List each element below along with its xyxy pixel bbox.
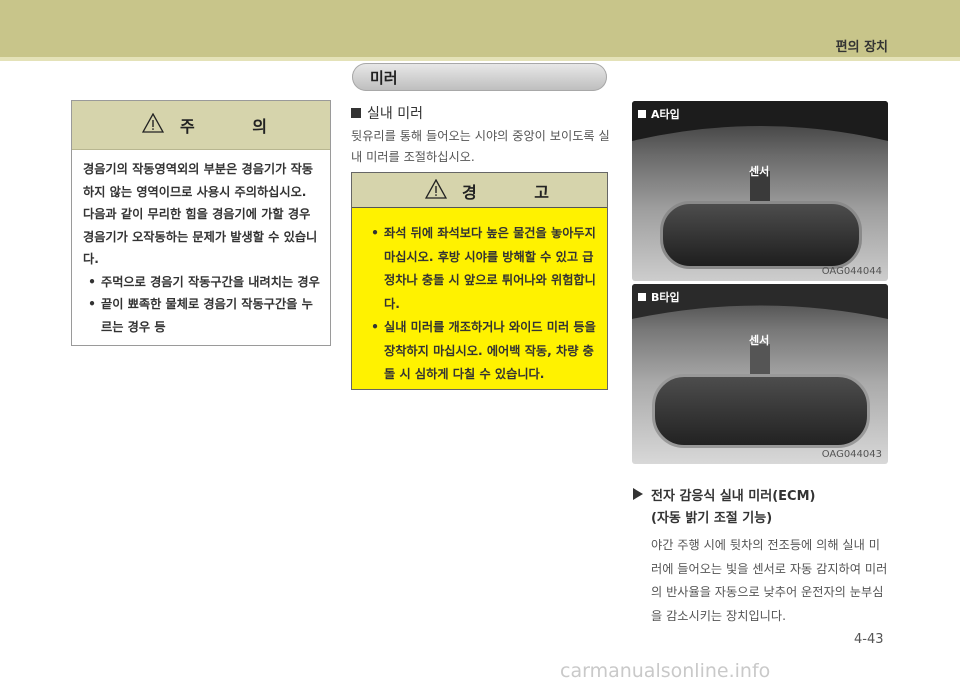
indoor-mirror-description: 뒷유리를 통해 들어오는 시야의 중앙이 보이도록 실내 미러를 조절하십시오. bbox=[351, 129, 610, 164]
ecm-heading: 전자 감응식 실내 미러(ECM) (자동 밝기 조절 기능) bbox=[633, 486, 815, 530]
caution-paragraph: 다음과 같이 무리한 힘을 경음기에 가할 경우 경음기가 오작동하는 문제가 … bbox=[83, 207, 318, 266]
ecm-heading-line2: (자동 밝기 조절 기능) bbox=[651, 511, 773, 526]
warning-body: • 좌석 뒤에 좌석보다 높은 물건을 놓아두지 마십시오. 후방 시야를 방해… bbox=[352, 208, 607, 387]
photo-tag-text: B타입 bbox=[651, 291, 680, 304]
bullet-dot-icon: • bbox=[371, 226, 379, 240]
rearview-mirror bbox=[660, 201, 862, 269]
bullet-dot-icon: • bbox=[88, 274, 96, 289]
indoor-mirror-heading: 실내 미러 bbox=[351, 103, 423, 123]
photo-code: OAG044044 bbox=[821, 266, 882, 277]
caution-bullet: • 끝이 뾰족한 물체로 경음기 작동구간을 누르는 경우 등 bbox=[83, 293, 320, 338]
warning-title: 경 고 bbox=[462, 183, 576, 202]
indoor-mirror-heading-text: 실내 미러 bbox=[367, 106, 423, 122]
caution-body: 경음기의 작동영역외의 부분은 경음기가 작동하지 않는 영역이므로 사용시 주… bbox=[72, 150, 330, 338]
header-divider bbox=[0, 57, 960, 61]
caution-bullet-text: 주먹으로 경음기 작동구간을 내려치는 경우 bbox=[101, 274, 320, 289]
sensor-label: 센서 bbox=[749, 334, 770, 347]
warning-bullet-text: 실내 미러를 개조하거나 와이드 미러 등을 장착하지 마십시오. 에어백 작동… bbox=[384, 320, 596, 381]
photo-code: OAG044043 bbox=[821, 449, 882, 460]
mirror-photo-a: A타입 센서 OAG044044 bbox=[632, 101, 888, 281]
section-pill-label: 미러 bbox=[370, 69, 398, 87]
section-pill: 미러 bbox=[352, 63, 607, 91]
warning-triangle-icon bbox=[142, 113, 164, 133]
square-bullet-icon bbox=[351, 108, 361, 118]
warning-header: 경 고 bbox=[352, 173, 607, 208]
section-title: 편의 장치 bbox=[835, 40, 888, 55]
rearview-mirror bbox=[652, 374, 870, 448]
photo-tag-text: A타입 bbox=[651, 108, 680, 121]
square-bullet-icon bbox=[638, 110, 646, 118]
ecm-heading-line1: 전자 감응식 실내 미러(ECM) bbox=[651, 489, 816, 504]
warning-bullet: • 좌석 뒤에 좌석보다 높은 물건을 놓아두지 마십시오. 후방 시야를 방해… bbox=[366, 222, 597, 316]
photo-tag: A타입 bbox=[638, 106, 680, 122]
bullet-dot-icon: • bbox=[88, 297, 96, 311]
warning-bullet-text: 좌석 뒤에 좌석보다 높은 물건을 놓아두지 마십시오. 후방 시야를 방해할 … bbox=[384, 226, 596, 311]
caution-title: 주 의 bbox=[180, 117, 294, 136]
caution-bullet-text: 끝이 뾰족한 물체로 경음기 작동구간을 누르는 경우 등 bbox=[101, 297, 313, 334]
caution-bullet: • 주먹으로 경음기 작동구간을 내려치는 경우 bbox=[83, 271, 320, 294]
mirror-photo-b: B타입 센서 OAG044043 bbox=[632, 284, 888, 464]
ecm-body: 야간 주행 시에 뒷차의 전조등에 의해 실내 미러에 들어오는 빛을 센서로 … bbox=[651, 538, 888, 623]
caution-header: 주 의 bbox=[72, 101, 330, 150]
square-bullet-icon bbox=[638, 293, 646, 301]
warning-bullet: • 실내 미러를 개조하거나 와이드 미러 등을 장착하지 마십시오. 에어백 … bbox=[366, 316, 597, 387]
caution-paragraph: 경음기의 작동영역외의 부분은 경음기가 작동하지 않는 영역이므로 사용시 주… bbox=[83, 162, 314, 199]
warning-triangle-icon bbox=[425, 179, 447, 199]
bullet-dot-icon: • bbox=[371, 320, 379, 334]
warning-box: 경 고 • 좌석 뒤에 좌석보다 높은 물건을 놓아두지 마십시오. 후방 시야… bbox=[351, 172, 608, 390]
page-number: 4-43 bbox=[854, 632, 884, 647]
triangle-arrow-icon bbox=[633, 488, 643, 500]
sensor-label: 센서 bbox=[749, 165, 770, 178]
watermark: carmanualsonline.info bbox=[560, 660, 771, 682]
photo-tag: B타입 bbox=[638, 289, 680, 305]
header-bar bbox=[0, 0, 960, 57]
caution-box: 주 의 경음기의 작동영역외의 부분은 경음기가 작동하지 않는 영역이므로 사… bbox=[71, 100, 331, 346]
